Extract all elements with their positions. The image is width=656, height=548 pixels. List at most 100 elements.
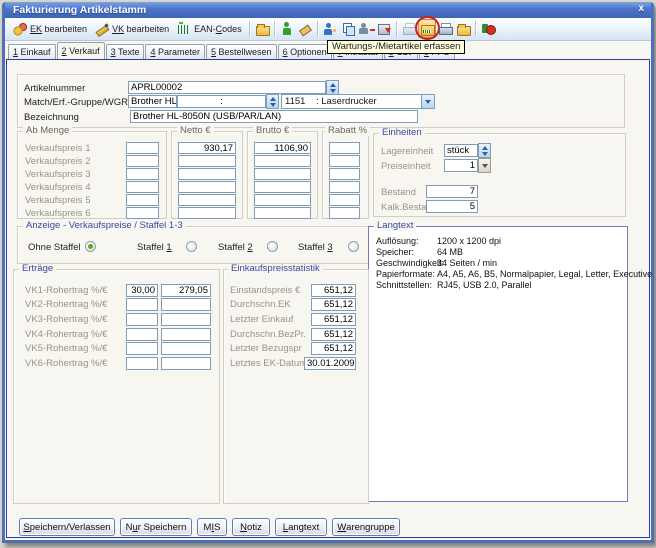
tab-einkauf[interactable]: 1 Einkauf bbox=[8, 44, 56, 59]
vk6-eur-input[interactable] bbox=[161, 357, 211, 370]
letzter-bezugspr-input[interactable]: 651,12 bbox=[311, 342, 356, 355]
close-icon[interactable]: x bbox=[638, 3, 644, 14]
vk3-eur-input[interactable] bbox=[161, 313, 211, 326]
vk-bearbeiten-button[interactable]: VK bearbeiten bbox=[91, 19, 173, 38]
ab-menge-title: Ab Menge bbox=[23, 126, 72, 136]
artikelnummer-input[interactable]: APRL00002 bbox=[128, 81, 326, 94]
staffel-2-radio[interactable] bbox=[267, 241, 278, 252]
rabatt-input-3[interactable] bbox=[329, 168, 360, 180]
coins-icon bbox=[13, 22, 27, 36]
rabatt-input-5[interactable] bbox=[329, 194, 360, 206]
vk2-pct-input[interactable] bbox=[126, 298, 158, 311]
brutto-input-3[interactable] bbox=[254, 168, 311, 180]
vk5-pct-input[interactable] bbox=[126, 342, 158, 355]
mis-button[interactable]: MIS bbox=[197, 518, 227, 536]
netto-input-3[interactable] bbox=[178, 168, 236, 180]
copy-button[interactable] bbox=[339, 19, 357, 38]
ean-codes-button[interactable]: EAN-Codes bbox=[173, 19, 246, 38]
einstandspreis-input[interactable]: 651,12 bbox=[311, 284, 356, 297]
window-title: Fakturierung Artikelstamm bbox=[13, 4, 146, 16]
ek-bearbeiten-button[interactable]: EK bearbeiten bbox=[9, 19, 91, 38]
toolbar-separator bbox=[396, 21, 397, 37]
edit-button[interactable] bbox=[296, 19, 314, 38]
ab-menge-input-2[interactable] bbox=[126, 155, 159, 167]
vk6-pct-input[interactable] bbox=[126, 357, 158, 370]
vk5-eur-input[interactable] bbox=[161, 342, 211, 355]
preiseinheit-input[interactable]: 1 bbox=[444, 159, 478, 172]
speichern-verlassen-button[interactable]: Speichern/Verlassen bbox=[19, 518, 115, 536]
langtext-value: A4, A5, A6, B5, Normalpapier, Legal, Let… bbox=[437, 269, 652, 279]
rabatt-input-1[interactable] bbox=[329, 142, 360, 154]
durchschn-ek-input[interactable]: 651,12 bbox=[311, 298, 356, 311]
bezeichnung-input[interactable]: Brother HL-8050N (USB/PAR/LAN) bbox=[130, 110, 418, 123]
vk4-eur-input[interactable] bbox=[161, 328, 211, 341]
staffel-1-radio[interactable] bbox=[186, 241, 197, 252]
letzter-einkauf-input[interactable]: 651,12 bbox=[311, 313, 356, 326]
open-folder-button[interactable] bbox=[253, 19, 271, 38]
rabatt-input-6[interactable] bbox=[329, 207, 360, 219]
folder-button[interactable] bbox=[454, 19, 472, 38]
tab-parameter[interactable]: 4 Parameter bbox=[145, 44, 205, 59]
person-coin-icon bbox=[323, 22, 337, 36]
brutto-input-2[interactable] bbox=[254, 155, 311, 167]
brutto-input-4[interactable] bbox=[254, 181, 311, 193]
match-input[interactable]: Brother HL bbox=[128, 95, 177, 108]
rabatt-input-2[interactable] bbox=[329, 155, 360, 167]
brutto-input-5[interactable] bbox=[254, 194, 311, 206]
ab-menge-input-6[interactable] bbox=[126, 207, 159, 219]
erf-gruppe-input[interactable]: : bbox=[177, 95, 266, 108]
bezeichnung-label: Bezeichnung bbox=[24, 112, 79, 123]
ab-menge-input-5[interactable] bbox=[126, 194, 159, 206]
archive-arrow-icon bbox=[377, 22, 391, 36]
netto-input-2[interactable] bbox=[178, 155, 236, 167]
tab-verkauf[interactable]: 2 Verkauf bbox=[57, 42, 105, 59]
nur-speichern-button[interactable]: Nur Speichern bbox=[120, 518, 192, 536]
brutto-title: Brutto € bbox=[253, 126, 292, 136]
dropdown-icon[interactable] bbox=[421, 95, 434, 108]
erf-gruppe-spinner[interactable] bbox=[266, 94, 279, 109]
wartungs-mietartikel-button[interactable] bbox=[418, 19, 436, 38]
folder-icon bbox=[456, 22, 470, 36]
netto-input-4[interactable] bbox=[178, 181, 236, 193]
person-price-button[interactable] bbox=[321, 19, 339, 38]
archive-button[interactable] bbox=[375, 19, 393, 38]
exit-button[interactable] bbox=[479, 19, 497, 38]
brutto-input-1[interactable]: 1106,90 bbox=[254, 142, 311, 154]
person-button[interactable] bbox=[278, 19, 296, 38]
vk1-pct-input[interactable]: 30,00 bbox=[126, 284, 158, 297]
tab-texte[interactable]: 3 Texte bbox=[106, 44, 145, 59]
tooltip: Wartungs-/Mietartikel erfassen bbox=[327, 40, 465, 54]
kalk-bestand-input[interactable]: 5 bbox=[426, 200, 478, 213]
netto-input-5[interactable] bbox=[178, 194, 236, 206]
ohne-staffel-radio[interactable] bbox=[85, 241, 96, 252]
tab-bestellwesen[interactable]: 5 Bestellwesen bbox=[206, 44, 277, 59]
notiz-button[interactable]: Notiz bbox=[232, 518, 270, 536]
artikelnummer-spinner[interactable] bbox=[326, 80, 339, 95]
ab-menge-input-4[interactable] bbox=[126, 181, 159, 193]
langtext-value: RJ45, USB 2.0, Parallel bbox=[437, 280, 532, 290]
langtext-button[interactable]: Langtext bbox=[275, 518, 327, 536]
staffel-3-radio[interactable] bbox=[348, 241, 359, 252]
vk3-pct-input[interactable] bbox=[126, 313, 158, 326]
netto-input-1[interactable]: 930,17 bbox=[178, 142, 236, 154]
ab-menge-input-1[interactable] bbox=[126, 142, 159, 154]
lagereinheit-input[interactable]: stück bbox=[444, 144, 478, 157]
warengruppe-combo[interactable]: 1151 : Laserdrucker bbox=[281, 94, 435, 109]
person-transfer-button[interactable] bbox=[357, 19, 375, 38]
ab-menge-input-3[interactable] bbox=[126, 168, 159, 180]
preiseinheit-dropdown-icon[interactable] bbox=[478, 158, 491, 173]
print-button[interactable] bbox=[436, 19, 454, 38]
letztes-ek-datum-input[interactable]: 30.01.2009 /Fr bbox=[304, 357, 356, 370]
ek-statistik-title: Einkaufspreisstatistik bbox=[228, 264, 323, 274]
brutto-input-6[interactable] bbox=[254, 207, 311, 219]
netto-input-6[interactable] bbox=[178, 207, 236, 219]
vk1-eur-input[interactable]: 279,05 bbox=[161, 284, 211, 297]
tab-optionen[interactable]: 6 Optionen bbox=[278, 44, 332, 59]
vk4-pct-input[interactable] bbox=[126, 328, 158, 341]
lagereinheit-spinner[interactable] bbox=[478, 143, 491, 158]
bestand-input[interactable]: 7 bbox=[426, 185, 478, 198]
vk2-eur-input[interactable] bbox=[161, 298, 211, 311]
durchschn-bezpr-input[interactable]: 651,12 bbox=[311, 328, 356, 341]
warengruppe-button[interactable]: Warengruppe bbox=[332, 518, 400, 536]
rabatt-input-4[interactable] bbox=[329, 181, 360, 193]
